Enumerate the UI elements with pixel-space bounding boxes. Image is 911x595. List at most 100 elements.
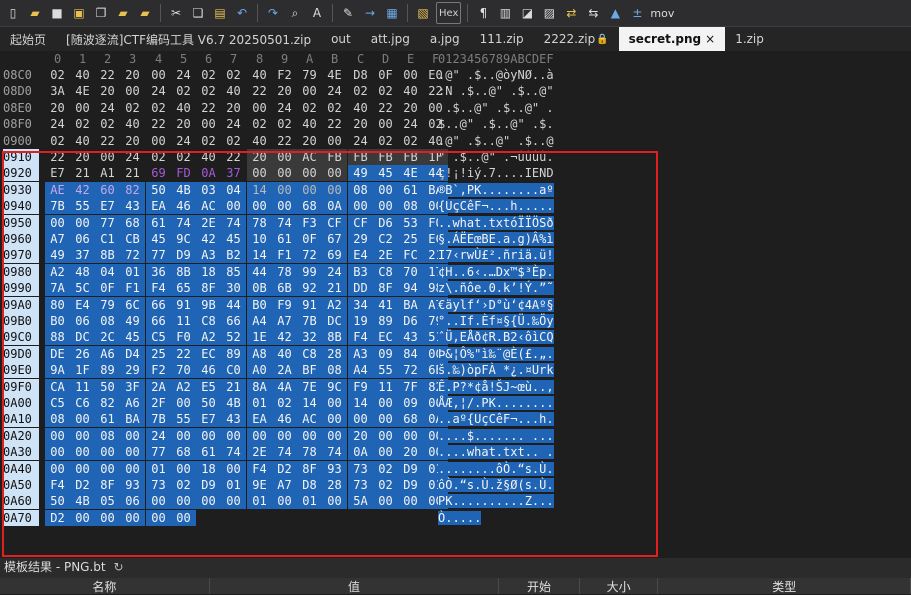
hex-byte[interactable]: 24: [171, 67, 196, 83]
hex-byte[interactable]: 02: [297, 100, 322, 116]
hex-byte[interactable]: 20: [171, 116, 196, 132]
hex-byte[interactable]: 00: [146, 67, 171, 83]
hex-byte[interactable]: 00: [146, 133, 171, 149]
tab-2[interactable]: out: [321, 27, 361, 51]
hex-byte[interactable]: 02: [70, 116, 95, 132]
hex-row[interactable]: 08E0 20 00 24 02 02 40 22 20 00 24 02 02 40 22 20 00 .$.…: [0, 100, 911, 116]
hex-byte[interactable]: 22: [146, 116, 171, 132]
hex-byte[interactable]: 02: [221, 67, 246, 83]
tab-0[interactable]: 起始页: [0, 27, 56, 51]
tab-7[interactable]: secret.png ×: [618, 27, 726, 51]
hex-byte[interactable]: 00: [373, 116, 398, 132]
hex-byte[interactable]: 24: [171, 133, 196, 149]
cut-icon[interactable]: ✂: [167, 4, 185, 22]
hex-byte[interactable]: 40: [247, 133, 272, 149]
hex-byte[interactable]: 20: [348, 116, 373, 132]
hex-byte[interactable]: 24: [322, 83, 347, 99]
new-file-icon[interactable]: ▯: [4, 4, 22, 22]
goto-icon[interactable]: →: [361, 4, 379, 22]
hex-byte[interactable]: 40: [348, 100, 373, 116]
hex-byte[interactable]: 24: [95, 100, 120, 116]
mov-icon[interactable]: mov: [650, 4, 674, 22]
copy-icon[interactable]: ❏: [189, 4, 207, 22]
hex-row[interactable]: 0900 02 40 22 20 00 24 02 02 40 22 20 00 24 02 02 40 .@" …: [0, 133, 911, 149]
tab-3[interactable]: att.jpg: [361, 27, 420, 51]
hex-byte[interactable]: 02: [196, 83, 221, 99]
hex-byte[interactable]: 00: [398, 67, 423, 83]
hex-byte[interactable]: 79: [297, 67, 322, 83]
hex-byte[interactable]: 02: [398, 133, 423, 149]
hex-byte[interactable]: 20: [45, 100, 70, 116]
find-icon[interactable]: ⌕: [286, 4, 304, 22]
hex-row[interactable]: 08F0 24 02 02 40 22 20 00 24 02 02 40 22 20 00 24 02 $..@…: [0, 116, 911, 132]
hex-byte[interactable]: 22: [247, 83, 272, 99]
hex-byte[interactable]: 24: [398, 116, 423, 132]
ascii-cell[interactable]: $..@" .$..@" .$.: [438, 116, 568, 132]
open-folder-2-icon[interactable]: ▰: [114, 4, 132, 22]
mark-icon[interactable]: ◪: [518, 4, 536, 22]
hex-byte[interactable]: F2: [272, 67, 297, 83]
refresh-icon[interactable]: ↻: [113, 560, 123, 574]
tab-1[interactable]: [随波逐流]CTF编码工具 V6.7 20250501.zip: [56, 27, 321, 51]
hex-byte[interactable]: 20: [398, 100, 423, 116]
hex-byte[interactable]: 02: [348, 83, 373, 99]
hex-byte[interactable]: 02: [146, 100, 171, 116]
tab-4[interactable]: a.jpg: [420, 27, 470, 51]
hex-byte[interactable]: 3A: [45, 83, 70, 99]
tab-6[interactable]: 2222.zip 🔒: [534, 27, 619, 51]
hex-byte[interactable]: 20: [272, 83, 297, 99]
hex-byte[interactable]: 02: [196, 133, 221, 149]
hex-byte[interactable]: 0F: [373, 67, 398, 83]
hex-byte[interactable]: 00: [70, 100, 95, 116]
hex-byte[interactable]: 40: [297, 116, 322, 132]
template-b-icon[interactable]: ▧: [414, 4, 432, 22]
hex-byte[interactable]: 20: [120, 67, 145, 83]
hex-byte[interactable]: 00: [196, 116, 221, 132]
hex-byte[interactable]: 20: [221, 100, 246, 116]
hex-row[interactable]: 08C0 02 40 22 20 00 24 02 02 40 F2 79 4E D8 0F 00 E0 .@" …: [0, 67, 911, 83]
hex-byte[interactable]: 02: [120, 100, 145, 116]
template-column-header[interactable]: 名称: [0, 578, 210, 594]
template-column-header[interactable]: 大小: [580, 578, 659, 594]
hex-byte[interactable]: 40: [70, 67, 95, 83]
paste-special-icon[interactable]: ▨: [540, 4, 558, 22]
hex-byte[interactable]: 20: [95, 83, 120, 99]
hex-icon[interactable]: Hex: [436, 2, 462, 24]
hex-byte[interactable]: 02: [373, 133, 398, 149]
tab-5[interactable]: 111.zip: [470, 27, 534, 51]
hex-byte[interactable]: 00: [120, 83, 145, 99]
close-icon[interactable]: ×: [705, 32, 715, 46]
hex-byte[interactable]: 00: [322, 133, 347, 149]
hex-byte[interactable]: 22: [196, 100, 221, 116]
hex-byte[interactable]: 22: [322, 116, 347, 132]
chart-icon[interactable]: ▲: [606, 4, 624, 22]
ascii-cell[interactable]: .$..@" .$..@" .: [438, 100, 568, 116]
hex-byte[interactable]: 24: [348, 133, 373, 149]
save-icon[interactable]: ■: [48, 4, 66, 22]
hex-byte[interactable]: 40: [171, 100, 196, 116]
replace-icon[interactable]: A: [308, 4, 326, 22]
hex-byte[interactable]: 00: [297, 83, 322, 99]
hex-byte[interactable]: 24: [146, 83, 171, 99]
hex-byte[interactable]: 02: [221, 133, 246, 149]
hex-byte[interactable]: 4E: [70, 83, 95, 99]
hex-byte[interactable]: 02: [373, 83, 398, 99]
open-folder-icon[interactable]: ▰: [26, 4, 44, 22]
swap-icon[interactable]: ⇆: [584, 4, 602, 22]
save-all-icon[interactable]: ▣: [70, 4, 88, 22]
hex-byte[interactable]: 22: [95, 67, 120, 83]
undo-icon[interactable]: ↶: [233, 4, 251, 22]
hex-byte[interactable]: 40: [120, 116, 145, 132]
hex-byte[interactable]: 02: [95, 116, 120, 132]
hex-byte[interactable]: 22: [95, 133, 120, 149]
template-column-header[interactable]: 类型: [658, 578, 911, 594]
hex-byte[interactable]: 40: [247, 67, 272, 83]
ascii-cell[interactable]: :N .$..@" .$..@": [438, 83, 568, 99]
hex-byte[interactable]: 40: [221, 83, 246, 99]
export-icon[interactable]: ⇄: [562, 4, 580, 22]
hex-byte[interactable]: 22: [373, 100, 398, 116]
template-column-header[interactable]: 值: [210, 578, 500, 594]
hex-byte[interactable]: 02: [247, 116, 272, 132]
columns-icon[interactable]: ▥: [496, 4, 514, 22]
hex-byte[interactable]: D8: [348, 67, 373, 83]
